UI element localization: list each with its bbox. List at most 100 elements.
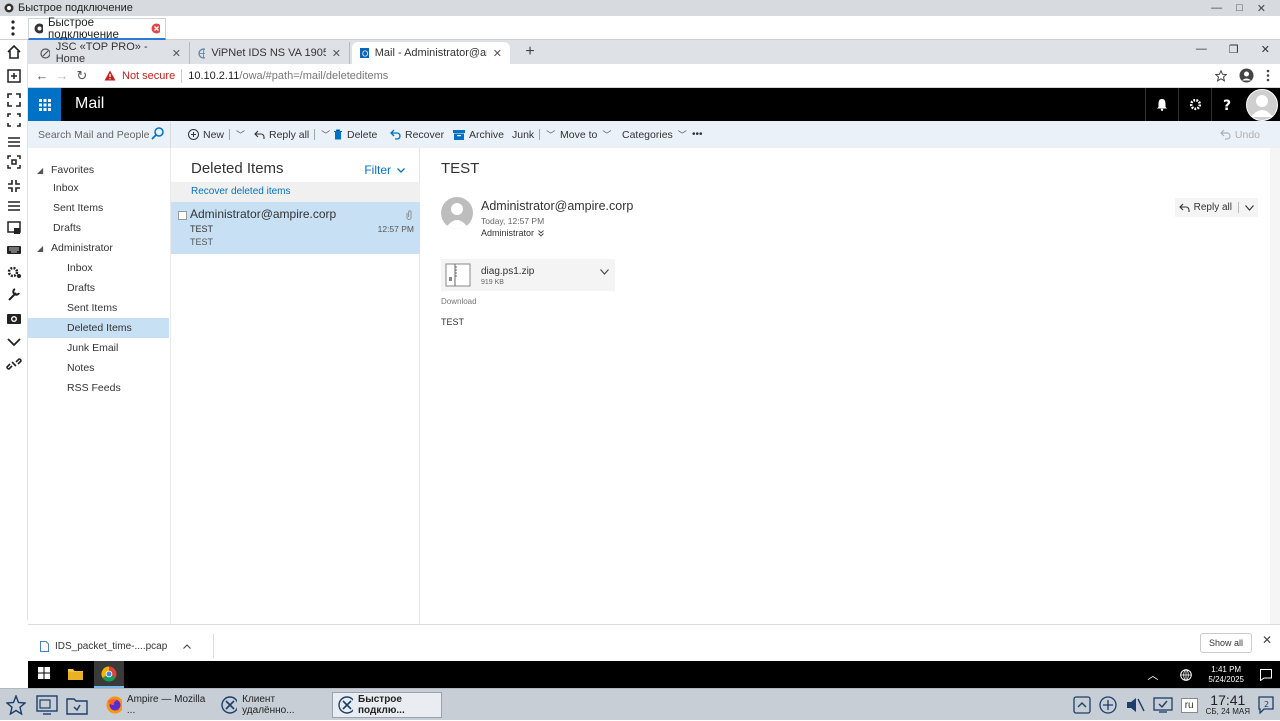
session-tab[interactable]: Быстрое подключение xyxy=(28,17,166,41)
close-button[interactable]: ✕ xyxy=(1261,43,1270,56)
start-menu-icon[interactable] xyxy=(6,695,26,715)
categories-button[interactable]: Categories ﹀ xyxy=(622,121,687,148)
taskbar-item-firefox[interactable]: Ampire — Mozilla ... xyxy=(101,692,211,718)
kebab-menu-icon[interactable] xyxy=(10,20,16,36)
scale-icon[interactable] xyxy=(6,154,22,170)
move-to-button[interactable]: Move to ﹀ xyxy=(560,121,611,148)
disconnect-icon[interactable] xyxy=(6,356,22,372)
reply-all-button[interactable]: Reply all xyxy=(1174,198,1258,217)
sender-address[interactable]: Administrator@ampire.corp xyxy=(481,199,633,213)
browser-tab[interactable]: JSC «TOP PRO» - Home ✕ xyxy=(32,41,190,65)
fit-screen-icon[interactable] xyxy=(6,112,22,128)
folder-rss-feeds[interactable]: RSS Feeds xyxy=(28,378,169,398)
more-options-button[interactable]: ••• xyxy=(692,121,703,148)
attachment-card[interactable]: diag.ps1.zip 919 KB xyxy=(441,259,615,291)
taskbar-item-remote-client[interactable]: Клиент удалённо... xyxy=(216,692,326,718)
expand-icon[interactable] xyxy=(538,229,544,237)
restore-button[interactable]: ❐ xyxy=(1229,43,1239,56)
network-globe-icon[interactable] xyxy=(1180,668,1193,681)
search-input[interactable]: Search Mail and People xyxy=(28,121,171,148)
settings-button[interactable] xyxy=(1178,88,1211,121)
folder-sent-items[interactable]: Sent Items xyxy=(28,298,169,318)
new-tab-button[interactable]: + xyxy=(520,42,540,62)
volume-muted-icon[interactable] xyxy=(1125,696,1145,714)
fullscreen-icon[interactable] xyxy=(6,92,22,108)
folder-inbox[interactable]: Inbox xyxy=(28,258,169,278)
junk-button[interactable]: Junk ﹀ xyxy=(512,121,555,148)
recipients[interactable]: Administrator xyxy=(481,228,544,238)
close-button[interactable]: ✕ xyxy=(1257,2,1266,15)
chrome-taskbar-button[interactable] xyxy=(94,661,124,688)
app-launcher-button[interactable] xyxy=(28,88,61,121)
keyboard-layout-indicator[interactable]: ru xyxy=(1180,697,1198,713)
close-tab-icon[interactable]: ✕ xyxy=(493,47,502,60)
download-item[interactable]: IDS_packet_time-....pcap xyxy=(40,634,215,658)
close-session-icon[interactable] xyxy=(151,23,161,34)
close-shelf-icon[interactable]: ✕ xyxy=(1262,633,1272,647)
windows-start-icon[interactable] xyxy=(38,667,50,679)
recover-button[interactable]: Recover xyxy=(390,121,444,148)
folder-notes[interactable]: Notes xyxy=(28,358,169,378)
download-link[interactable]: Download xyxy=(441,297,477,306)
file-explorer-icon[interactable] xyxy=(68,667,83,680)
minimize-view-icon[interactable] xyxy=(6,178,22,194)
chevron-down-icon[interactable] xyxy=(6,334,22,350)
chevron-up-icon[interactable] xyxy=(183,643,192,649)
select-checkbox[interactable] xyxy=(178,211,187,220)
browser-tab[interactable]: ViPNet IDS NS VA 1905775991 - V ✕ xyxy=(190,42,350,64)
collapse-triangle-icon[interactable]: ◢ xyxy=(37,166,47,175)
home-icon[interactable] xyxy=(6,44,22,60)
undo-button[interactable]: Undo xyxy=(1220,121,1260,148)
search-icon[interactable] xyxy=(151,127,164,140)
display-icon[interactable] xyxy=(1153,696,1173,714)
recover-deleted-items-link[interactable]: Recover deleted items xyxy=(171,182,420,202)
forward-button[interactable]: → xyxy=(52,68,72,83)
minimize-button[interactable]: — xyxy=(1211,2,1222,15)
new-button[interactable]: New ﹀ xyxy=(188,121,245,148)
settings-icon[interactable] xyxy=(6,264,22,280)
profile-icon[interactable] xyxy=(1239,68,1254,83)
chevron-down-icon[interactable]: ﹀ xyxy=(546,128,555,141)
taskbar-item-quick-connect[interactable]: Быстрое подклю... xyxy=(332,692,442,718)
folder-drafts[interactable]: Drafts xyxy=(28,278,169,298)
help-button[interactable]: ? xyxy=(1211,88,1244,121)
chevron-down-icon[interactable] xyxy=(1245,204,1254,211)
list-item[interactable]: Administrator@ampire.corp TEST TEST 12:5… xyxy=(171,202,420,254)
file-manager-icon[interactable] xyxy=(66,695,88,715)
browser-tab-active[interactable]: O Mail - Administrator@ampire.co ✕ xyxy=(352,42,510,64)
chrome-menu-icon[interactable] xyxy=(1266,69,1270,82)
folder-favorites-inbox[interactable]: Inbox xyxy=(28,178,169,198)
notifications-icon[interactable]: 2 xyxy=(1258,696,1274,714)
reply-all-button[interactable]: Reply all ﹀ xyxy=(254,121,330,148)
new-window-icon[interactable] xyxy=(6,68,22,84)
back-button[interactable]: ← xyxy=(32,68,52,83)
reload-button[interactable]: ↻ xyxy=(72,68,92,84)
chevron-down-icon[interactable]: ﹀ xyxy=(321,128,330,141)
keyboard-icon[interactable] xyxy=(6,242,22,258)
close-tab-icon[interactable]: ✕ xyxy=(332,47,341,60)
minimize-button[interactable]: — xyxy=(1196,43,1207,56)
filter-button[interactable]: Filter xyxy=(364,163,405,177)
show-all-button[interactable]: Show all xyxy=(1199,633,1252,653)
folder-junk-email[interactable]: Junk Email xyxy=(28,338,169,358)
delete-button[interactable]: Delete xyxy=(333,121,377,148)
maximize-button[interactable]: □ xyxy=(1236,2,1243,15)
clipboard-icon[interactable] xyxy=(6,220,22,236)
network-icon[interactable] xyxy=(1099,696,1117,714)
folder-favorites-sent-items[interactable]: Sent Items xyxy=(28,198,169,218)
folder-deleted-items[interactable]: Deleted Items xyxy=(28,318,169,338)
notifications-button[interactable] xyxy=(1145,88,1178,121)
bookmark-star-icon[interactable] xyxy=(1215,69,1227,82)
url-field[interactable]: Not secure 10.10.2.11/owa/#path=/mail/de… xyxy=(104,68,388,83)
chevron-up-icon[interactable]: ︿ xyxy=(1147,667,1158,683)
chevron-down-icon[interactable]: ﹀ xyxy=(236,128,245,141)
clock[interactable]: 1:41 PM 5/24/2025 xyxy=(1208,665,1244,685)
notification-center-icon[interactable] xyxy=(1260,668,1272,681)
scrollbar[interactable] xyxy=(1270,148,1280,624)
folder-favorites-drafts[interactable]: Drafts xyxy=(28,218,169,238)
list-icon[interactable] xyxy=(6,198,22,214)
account-group[interactable]: ◢ Administrator xyxy=(28,238,169,258)
close-tab-icon[interactable]: ✕ xyxy=(172,47,181,60)
tray-expand-icon[interactable] xyxy=(1073,696,1091,714)
user-avatar-button[interactable] xyxy=(1244,88,1280,121)
